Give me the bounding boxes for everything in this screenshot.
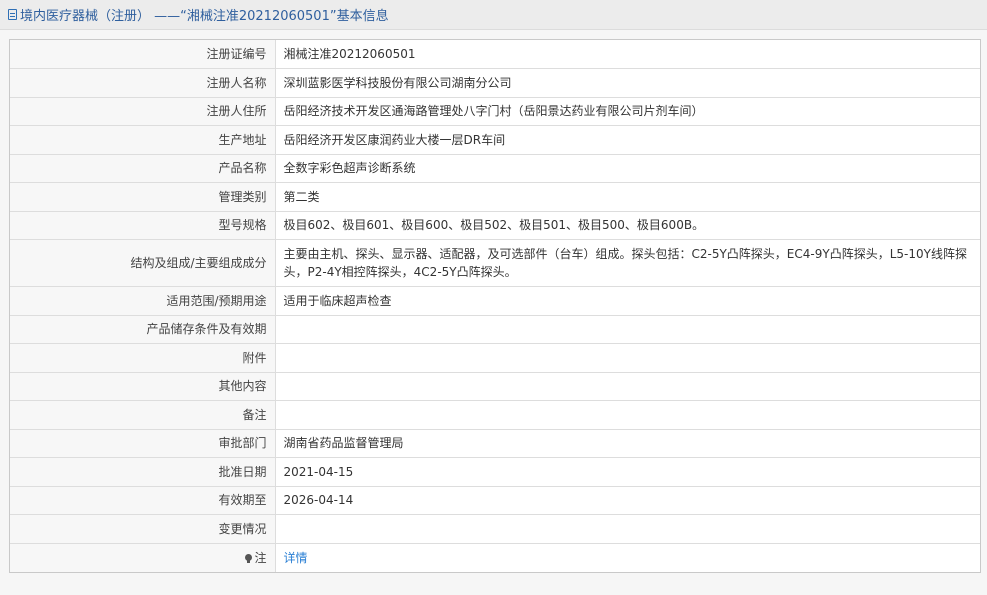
row-label: 注 [10, 542, 276, 572]
row-value: 湘械注准20212060501 [274, 40, 980, 69]
row-value: 详情 [274, 542, 980, 572]
row-label: 型号规格 [10, 210, 276, 240]
details-link[interactable]: 详情 [284, 551, 308, 565]
row-value [274, 514, 980, 544]
row-registrant-address: 注册人住所 岳阳经济技术开发区通海路管理处八字门村（岳阳景达药业有限公司片剂车间… [10, 96, 980, 126]
row-label: 变更情况 [10, 514, 276, 544]
row-structure-composition: 结构及组成/主要组成成分 主要由主机、探头、显示器、适配器，及可选部件（台车）组… [10, 239, 980, 287]
row-label: 附件 [10, 343, 276, 373]
row-registrant-name: 注册人名称 深圳蓝影医学科技股份有限公司湖南分公司 [10, 68, 980, 98]
row-other-content: 其他内容 [10, 371, 980, 401]
page-header: 境内医疗器械（注册） ——“湘械注准20212060501”基本信息 [0, 0, 987, 30]
row-remarks: 备注 [10, 400, 980, 430]
row-value: 岳阳经济技术开发区通海路管理处八字门村（岳阳景达药业有限公司片剂车间） [274, 96, 980, 126]
row-valid-until: 有效期至 2026-04-14 [10, 485, 980, 515]
note-label: 注 [254, 550, 267, 565]
row-value [274, 343, 980, 373]
row-label: 审批部门 [10, 428, 276, 458]
row-label: 批准日期 [10, 457, 276, 487]
row-label: 有效期至 [10, 485, 276, 515]
row-label: 适用范围/预期用途 [10, 286, 276, 316]
row-storage-conditions: 产品储存条件及有效期 [10, 314, 980, 344]
row-value [274, 400, 980, 430]
row-product-name: 产品名称 全数字彩色超声诊断系统 [10, 153, 980, 183]
row-value: 极目602、极目601、极目600、极目502、极目501、极目500、极目60… [274, 210, 980, 240]
row-attachments: 附件 [10, 343, 980, 373]
row-label: 管理类别 [10, 182, 276, 212]
row-production-address: 生产地址 岳阳经济开发区康润药业大楼一层DR车间 [10, 125, 980, 155]
page-title: 境内医疗器械（注册） ——“湘械注准20212060501”基本信息 [20, 9, 389, 24]
row-value: 适用于临床超声检查 [274, 286, 980, 316]
row-value: 全数字彩色超声诊断系统 [274, 153, 980, 183]
row-value: 主要由主机、探头、显示器、适配器，及可选部件（台车）组成。探头包括：C2-5Y凸… [274, 239, 980, 287]
row-label: 注册证编号 [10, 40, 276, 69]
row-label: 备注 [10, 400, 276, 430]
row-value: 岳阳经济开发区康润药业大楼一层DR车间 [274, 125, 980, 155]
row-change-history: 变更情况 [10, 514, 980, 544]
row-value: 2021-04-15 [274, 457, 980, 487]
lightbulb-icon [245, 553, 253, 563]
row-intended-use: 适用范围/预期用途 适用于临床超声检查 [10, 286, 980, 316]
row-approval-department: 审批部门 湖南省药品监督管理局 [10, 428, 980, 458]
document-icon [8, 9, 17, 20]
row-label: 注册人名称 [10, 68, 276, 98]
row-note: 注 详情 [10, 542, 980, 572]
row-value [274, 371, 980, 401]
row-value: 第二类 [274, 182, 980, 212]
row-value: 湖南省药品监督管理局 [274, 428, 980, 458]
row-label: 其他内容 [10, 371, 276, 401]
row-value: 深圳蓝影医学科技股份有限公司湖南分公司 [274, 68, 980, 98]
info-table: 注册证编号 湘械注准20212060501 注册人名称 深圳蓝影医学科技股份有限… [10, 40, 980, 572]
row-label: 注册人住所 [10, 96, 276, 126]
row-registration-number: 注册证编号 湘械注准20212060501 [10, 40, 980, 69]
row-label: 产品储存条件及有效期 [10, 314, 276, 344]
info-panel: 注册证编号 湘械注准20212060501 注册人名称 深圳蓝影医学科技股份有限… [9, 39, 981, 573]
row-label: 生产地址 [10, 125, 276, 155]
row-value [274, 314, 980, 344]
row-label: 结构及组成/主要组成成分 [10, 239, 276, 287]
row-management-category: 管理类别 第二类 [10, 182, 980, 212]
row-approval-date: 批准日期 2021-04-15 [10, 457, 980, 487]
row-model-spec: 型号规格 极目602、极目601、极目600、极目502、极目501、极目500… [10, 210, 980, 240]
row-value: 2026-04-14 [274, 485, 980, 515]
page: 境内医疗器械（注册） ——“湘械注准20212060501”基本信息 注册证编号… [0, 0, 987, 595]
row-label: 产品名称 [10, 153, 276, 183]
